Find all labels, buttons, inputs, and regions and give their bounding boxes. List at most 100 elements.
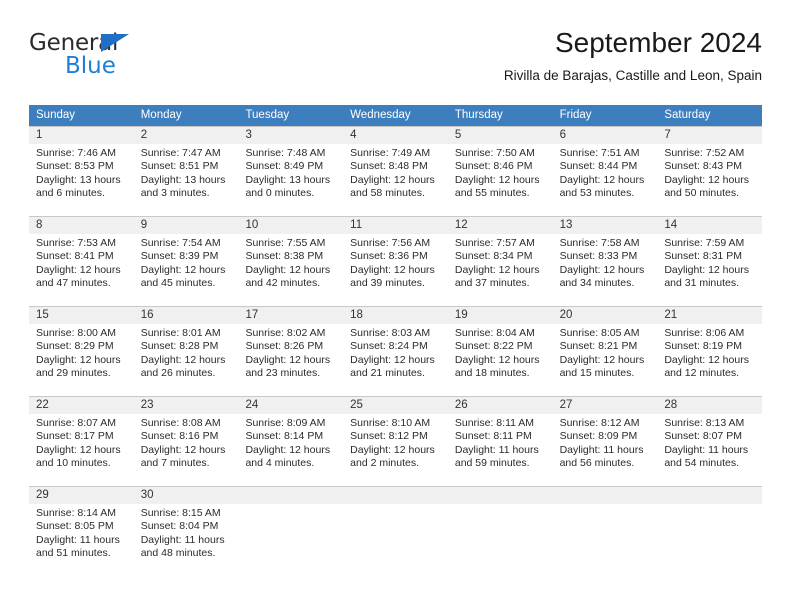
day-number-band: 1 2 3 4 5 6 7 xyxy=(29,127,762,144)
day-number[interactable]: 9 xyxy=(134,217,239,234)
sunset-text: Sunset: 8:12 PM xyxy=(350,430,428,443)
day-number[interactable]: 14 xyxy=(657,217,762,234)
day-cell[interactable]: Sunrise: 8:03 AM Sunset: 8:24 PM Dayligh… xyxy=(343,324,448,396)
day-cell[interactable]: Sunrise: 7:48 AM Sunset: 8:49 PM Dayligh… xyxy=(238,144,343,216)
daylight-text-line2: and 45 minutes. xyxy=(140,277,216,290)
day-number[interactable]: 20 xyxy=(553,307,658,324)
day-number[interactable]: 16 xyxy=(134,307,239,324)
day-cell[interactable]: Sunrise: 7:47 AM Sunset: 8:51 PM Dayligh… xyxy=(134,144,239,216)
daylight-text-line2: and 18 minutes. xyxy=(454,367,530,380)
daylight-text-line2: and 26 minutes. xyxy=(140,367,216,380)
week-detail-row: Sunrise: 8:14 AM Sunset: 8:05 PM Dayligh… xyxy=(29,504,762,576)
day-number[interactable]: 23 xyxy=(134,397,239,414)
sunset-text: Sunset: 8:05 PM xyxy=(36,520,114,533)
calendar-page: General Blue September 2024 Rivilla de B… xyxy=(0,0,792,612)
day-cell[interactable]: Sunrise: 7:51 AM Sunset: 8:44 PM Dayligh… xyxy=(553,144,658,216)
day-number[interactable]: 26 xyxy=(448,397,553,414)
day-cell[interactable]: Sunrise: 8:02 AM Sunset: 8:26 PM Dayligh… xyxy=(238,324,343,396)
day-number[interactable]: 22 xyxy=(29,397,134,414)
week-detail-row: Sunrise: 7:53 AM Sunset: 8:41 PM Dayligh… xyxy=(29,234,762,306)
sunset-text: Sunset: 8:46 PM xyxy=(454,160,533,173)
day-cell-empty xyxy=(448,504,553,576)
daylight-text-line1: Daylight: 12 hours xyxy=(350,353,435,366)
daylight-text-line2: and 29 minutes. xyxy=(36,367,111,380)
day-cell[interactable]: Sunrise: 8:07 AM Sunset: 8:17 PM Dayligh… xyxy=(29,414,134,486)
day-number[interactable]: 6 xyxy=(553,127,658,144)
day-cell[interactable]: Sunrise: 8:00 AM Sunset: 8:29 PM Dayligh… xyxy=(29,324,134,396)
day-number[interactable]: 13 xyxy=(553,217,658,234)
day-number[interactable]: 24 xyxy=(238,397,343,414)
day-number[interactable]: 18 xyxy=(343,307,448,324)
day-cell[interactable]: Sunrise: 8:01 AM Sunset: 8:28 PM Dayligh… xyxy=(134,324,239,396)
day-number[interactable]: 2 xyxy=(134,127,239,144)
day-cell[interactable]: Sunrise: 7:56 AM Sunset: 8:36 PM Dayligh… xyxy=(343,234,448,306)
daylight-text-line2: and 31 minutes. xyxy=(664,277,740,290)
sunset-text: Sunset: 8:24 PM xyxy=(350,340,428,353)
day-number[interactable]: 10 xyxy=(238,217,343,234)
daylight-text-line2: and 0 minutes. xyxy=(245,187,315,200)
day-cell[interactable]: Sunrise: 8:10 AM Sunset: 8:12 PM Dayligh… xyxy=(343,414,448,486)
day-number[interactable]: 7 xyxy=(657,127,762,144)
day-cell[interactable]: Sunrise: 7:46 AM Sunset: 8:53 PM Dayligh… xyxy=(29,144,134,216)
daylight-text-line2: and 6 minutes. xyxy=(36,187,105,200)
day-cell-empty xyxy=(238,504,343,576)
day-number[interactable]: 29 xyxy=(29,487,134,504)
day-cell[interactable]: Sunrise: 8:11 AM Sunset: 8:11 PM Dayligh… xyxy=(448,414,553,486)
generalblue-logo[interactable]: General Blue xyxy=(29,30,149,82)
day-number[interactable]: 8 xyxy=(29,217,134,234)
week-row: 29 30 Sunrise: 8:14 AM Sunset: 8:05 PM D… xyxy=(29,486,762,576)
daylight-text-line1: Daylight: 12 hours xyxy=(559,353,645,366)
daylight-text-line1: Daylight: 12 hours xyxy=(454,263,540,276)
day-cell[interactable]: Sunrise: 8:08 AM Sunset: 8:16 PM Dayligh… xyxy=(134,414,239,486)
day-number[interactable]: 30 xyxy=(134,487,239,504)
day-cell[interactable]: Sunrise: 8:06 AM Sunset: 8:19 PM Dayligh… xyxy=(657,324,762,396)
day-number[interactable]: 19 xyxy=(448,307,553,324)
day-cell[interactable]: Sunrise: 7:53 AM Sunset: 8:41 PM Dayligh… xyxy=(29,234,134,306)
day-number[interactable]: 12 xyxy=(448,217,553,234)
day-number[interactable]: 17 xyxy=(238,307,343,324)
weekday-header-friday: Friday xyxy=(559,109,592,121)
daylight-text-line2: and 34 minutes. xyxy=(559,277,635,290)
day-number[interactable]: 21 xyxy=(657,307,762,324)
sunrise-text: Sunrise: 7:50 AM xyxy=(454,147,535,159)
weekday-header-wednesday: Wednesday xyxy=(350,109,411,121)
day-number[interactable]: 15 xyxy=(29,307,134,324)
day-number[interactable]: 4 xyxy=(343,127,448,144)
sunrise-text: Sunrise: 7:47 AM xyxy=(140,147,221,159)
sunset-text: Sunset: 8:04 PM xyxy=(140,520,219,533)
sunrise-text: Sunrise: 7:57 AM xyxy=(454,237,535,249)
day-cell[interactable]: Sunrise: 8:09 AM Sunset: 8:14 PM Dayligh… xyxy=(238,414,343,486)
day-number[interactable]: 25 xyxy=(343,397,448,414)
day-cell[interactable]: Sunrise: 8:12 AM Sunset: 8:09 PM Dayligh… xyxy=(553,414,658,486)
day-number[interactable]: 5 xyxy=(448,127,553,144)
day-cell[interactable]: Sunrise: 8:05 AM Sunset: 8:21 PM Dayligh… xyxy=(553,324,658,396)
day-cell[interactable]: Sunrise: 7:54 AM Sunset: 8:39 PM Dayligh… xyxy=(134,234,239,306)
day-cell[interactable]: Sunrise: 7:50 AM Sunset: 8:46 PM Dayligh… xyxy=(448,144,553,216)
day-cell[interactable]: Sunrise: 7:59 AM Sunset: 8:31 PM Dayligh… xyxy=(657,234,762,306)
daylight-text-line2: and 4 minutes. xyxy=(245,457,315,470)
day-number[interactable]: 27 xyxy=(553,397,658,414)
daylight-text-line2: and 2 minutes. xyxy=(350,457,420,470)
daylight-text-line1: Daylight: 12 hours xyxy=(245,443,331,456)
day-cell[interactable]: Sunrise: 7:55 AM Sunset: 8:38 PM Dayligh… xyxy=(238,234,343,306)
daylight-text-line2: and 23 minutes. xyxy=(245,367,321,380)
sunset-text: Sunset: 8:41 PM xyxy=(36,250,114,263)
day-number-empty xyxy=(553,487,658,504)
day-number[interactable]: 11 xyxy=(343,217,448,234)
day-number[interactable]: 28 xyxy=(657,397,762,414)
sunset-text: Sunset: 8:09 PM xyxy=(559,430,638,443)
day-cell[interactable]: Sunrise: 8:04 AM Sunset: 8:22 PM Dayligh… xyxy=(448,324,553,396)
day-cell[interactable]: Sunrise: 7:49 AM Sunset: 8:48 PM Dayligh… xyxy=(343,144,448,216)
day-cell[interactable]: Sunrise: 7:58 AM Sunset: 8:33 PM Dayligh… xyxy=(553,234,658,306)
day-cell[interactable]: Sunrise: 7:57 AM Sunset: 8:34 PM Dayligh… xyxy=(448,234,553,306)
day-number[interactable]: 3 xyxy=(238,127,343,144)
daylight-text-line2: and 37 minutes. xyxy=(454,277,530,290)
daylight-text-line2: and 15 minutes. xyxy=(559,367,635,380)
week-row: 22 23 24 25 26 27 28 Sunrise: 8:07 AM Su… xyxy=(29,396,762,486)
day-number[interactable]: 1 xyxy=(29,127,134,144)
daylight-text-line2: and 42 minutes. xyxy=(245,277,321,290)
day-cell[interactable]: Sunrise: 8:15 AM Sunset: 8:04 PM Dayligh… xyxy=(134,504,239,576)
day-cell[interactable]: Sunrise: 8:13 AM Sunset: 8:07 PM Dayligh… xyxy=(657,414,762,486)
day-cell[interactable]: Sunrise: 7:52 AM Sunset: 8:43 PM Dayligh… xyxy=(657,144,762,216)
day-cell[interactable]: Sunrise: 8:14 AM Sunset: 8:05 PM Dayligh… xyxy=(29,504,134,576)
